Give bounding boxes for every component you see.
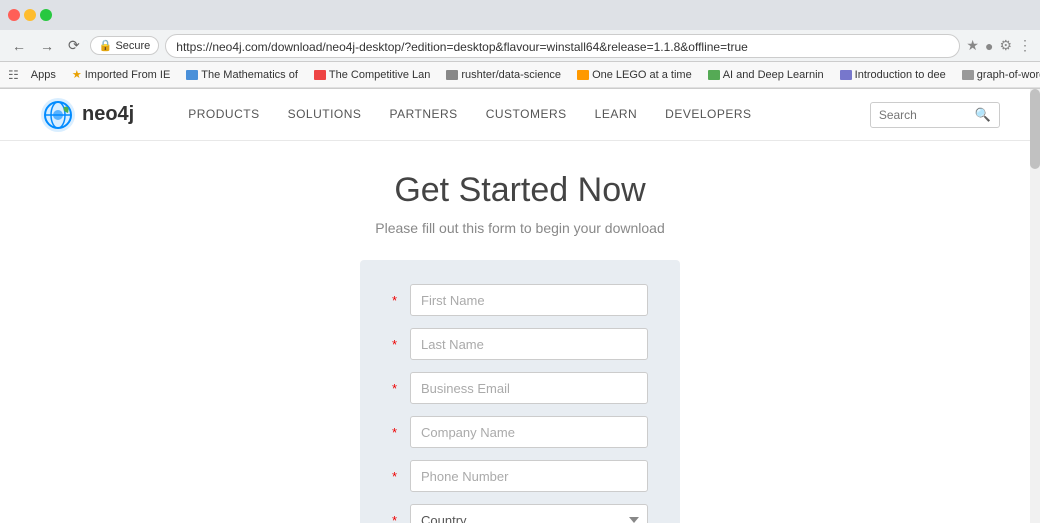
browser-addressbar: ← → ⟳ 🔒 Secure https://neo4j.com/downloa… (0, 30, 1040, 62)
scrollbar-thumb[interactable] (1030, 89, 1040, 169)
required-star-6: * (392, 513, 402, 523)
first-name-input[interactable] (410, 284, 648, 316)
main-content: Get Started Now Please fill out this for… (0, 141, 1040, 523)
nav-customers[interactable]: CUSTOMERS (472, 89, 581, 141)
bookmark-apps[interactable]: Apps (27, 68, 60, 82)
nav-links: PRODUCTS SOLUTIONS PARTNERS CUSTOMERS LE… (174, 89, 870, 141)
country-select[interactable]: Country United States United Kingdom Ger… (410, 504, 648, 523)
bookmark-imported[interactable]: ★ Imported From IE (68, 67, 174, 82)
browser-bookmarks: ☷ Apps ★ Imported From IE The Mathematic… (0, 62, 1040, 88)
logo-text: neo4j (82, 103, 134, 126)
bookmark-math[interactable]: The Mathematics of (182, 68, 302, 82)
nav-learn[interactable]: LEARN (581, 89, 652, 141)
close-button[interactable] (8, 9, 20, 21)
lock-icon: 🔒 (99, 39, 113, 52)
forward-button[interactable]: → (36, 36, 58, 56)
bookmark-competitive[interactable]: The Competitive Lan (310, 68, 435, 82)
bookmark-graphwords[interactable]: graph-of-words (958, 68, 1040, 82)
first-name-row: * (392, 284, 648, 316)
nav-products[interactable]: PRODUCTS (174, 89, 273, 141)
nav-search-bar[interactable]: 🔍 (870, 102, 1000, 128)
refresh-button[interactable]: ⟳ (64, 35, 84, 56)
nav-solutions[interactable]: SOLUTIONS (274, 89, 376, 141)
logo[interactable]: neo4j (40, 97, 134, 133)
minimize-button[interactable] (24, 9, 36, 21)
apps-icon: ☷ (8, 68, 19, 82)
search-input[interactable] (879, 108, 969, 122)
security-badge: 🔒 Secure (90, 36, 160, 55)
bookmark-lego[interactable]: One LEGO at a time (573, 68, 696, 82)
required-star-3: * (392, 381, 402, 396)
company-row: * (392, 416, 648, 448)
email-input[interactable] (410, 372, 648, 404)
bookmark-intro[interactable]: Introduction to dee (836, 68, 950, 82)
search-icon[interactable]: 🔍 (975, 107, 991, 123)
scrollbar[interactable] (1030, 89, 1040, 523)
last-name-row: * (392, 328, 648, 360)
page-content: neo4j PRODUCTS SOLUTIONS PARTNERS CUSTOM… (0, 89, 1040, 523)
country-row: * Country United States United Kingdom G… (392, 504, 648, 523)
page-title: Get Started Now (394, 171, 645, 210)
main-nav: neo4j PRODUCTS SOLUTIONS PARTNERS CUSTOM… (0, 89, 1040, 141)
menu-icon[interactable]: ⋮ (1018, 37, 1032, 54)
extension-icon: ● (985, 38, 993, 54)
required-star-4: * (392, 425, 402, 440)
phone-row: * (392, 460, 648, 492)
back-button[interactable]: ← (8, 36, 30, 56)
bookmark-rushter[interactable]: rushter/data-science (442, 68, 565, 82)
nav-developers[interactable]: DEVELOPERS (651, 89, 765, 141)
browser-titlebar (0, 0, 1040, 30)
last-name-input[interactable] (410, 328, 648, 360)
company-name-input[interactable] (410, 416, 648, 448)
phone-input[interactable] (410, 460, 648, 492)
bookmark-ai[interactable]: AI and Deep Learnin (704, 68, 828, 82)
download-form: * * * * * (360, 260, 680, 523)
logo-icon (40, 97, 76, 133)
url-bar[interactable]: https://neo4j.com/download/neo4j-desktop… (165, 34, 960, 58)
email-row: * (392, 372, 648, 404)
settings-icon[interactable]: ⚙ (999, 37, 1012, 54)
security-label: Secure (115, 40, 150, 52)
maximize-button[interactable] (40, 9, 52, 21)
required-star-2: * (392, 337, 402, 352)
browser-chrome: ← → ⟳ 🔒 Secure https://neo4j.com/downloa… (0, 0, 1040, 89)
bookmark-star-icon[interactable]: ★ (966, 37, 979, 54)
required-star-1: * (392, 293, 402, 308)
nav-partners[interactable]: PARTNERS (375, 89, 471, 141)
required-star-5: * (392, 469, 402, 484)
page-subtitle: Please fill out this form to begin your … (375, 220, 665, 236)
